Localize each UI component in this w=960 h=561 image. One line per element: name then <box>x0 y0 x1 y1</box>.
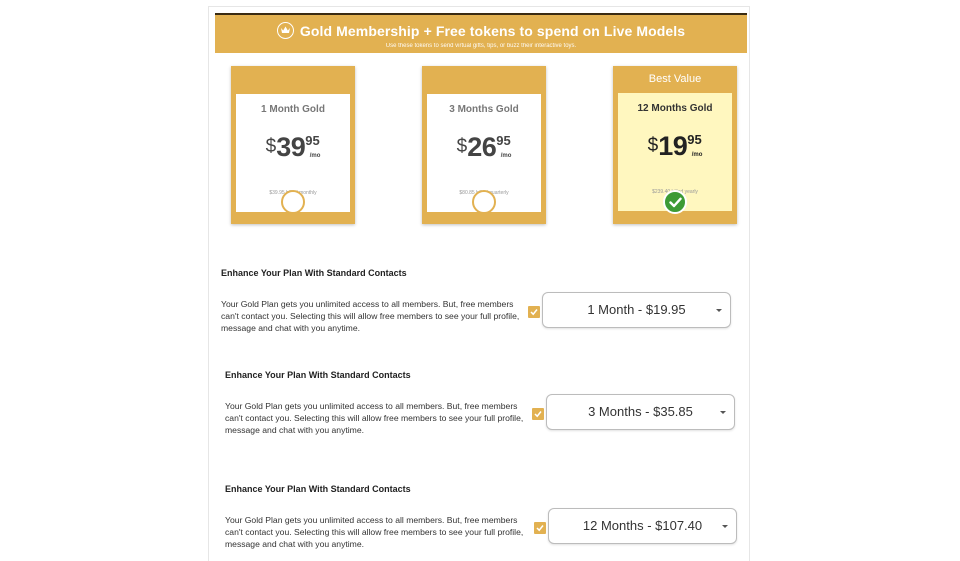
crown-icon <box>276 22 294 39</box>
chevron-down-icon <box>716 309 722 312</box>
selected-check-icon[interactable] <box>663 190 687 214</box>
plan-name: 1 Month Gold <box>261 104 325 115</box>
chevron-down-icon <box>722 525 728 528</box>
plan-radio-3-months[interactable] <box>472 190 496 214</box>
plan-radio-1-month[interactable] <box>281 190 305 214</box>
price-cents: 95 <box>687 132 702 147</box>
gold-membership-banner: Gold Membership + Free tokens to spend o… <box>215 13 747 53</box>
addon-duration-select[interactable]: 3 Months - $35.85 <box>546 394 735 430</box>
price-period: /mo <box>691 152 703 158</box>
price-currency: $ <box>456 136 468 157</box>
plan-card-12-months[interactable]: Best Value 12 Months Gold $1995/mo $239.… <box>613 66 737 224</box>
plan-card-1-month[interactable]: 1 Month Gold $3995/mo $39.95 billed mont… <box>231 66 355 224</box>
price-whole: 19 <box>658 131 688 161</box>
addon-title: Enhance Your Plan With Standard Contacts <box>221 268 407 278</box>
addon-checkbox[interactable] <box>534 522 546 534</box>
addon-duration-select[interactable]: 1 Month - $19.95 <box>542 292 731 328</box>
addon-checkbox[interactable] <box>528 306 540 318</box>
plan-price: $2695/mo <box>427 132 541 163</box>
banner-subtitle: Use these tokens to send virtual gifts, … <box>385 43 577 49</box>
plan-name: 3 Months Gold <box>449 104 519 115</box>
plan-price: $3995/mo <box>236 132 350 163</box>
addon-checkbox[interactable] <box>532 408 544 420</box>
select-value: 3 Months - $35.85 <box>588 404 693 419</box>
plan-price: $1995/mo <box>618 131 732 162</box>
price-whole: 39 <box>276 132 306 162</box>
price-cents: 95 <box>496 133 511 148</box>
price-cents: 95 <box>305 133 320 148</box>
plan-card-3-months[interactable]: 3 Months Gold $2695/mo $80.85 billed qua… <box>422 66 546 224</box>
price-currency: $ <box>265 136 277 157</box>
addon-title: Enhance Your Plan With Standard Contacts <box>225 370 411 380</box>
banner-title: Gold Membership + Free tokens to spend o… <box>299 23 686 39</box>
addon-description: Your Gold Plan gets you unlimited access… <box>221 299 520 333</box>
price-period: /mo <box>309 153 321 159</box>
best-value-badge: Best Value <box>648 73 702 85</box>
plan-name: 12 Months Gold <box>637 103 713 114</box>
select-value: 1 Month - $19.95 <box>587 302 686 317</box>
select-value: 12 Months - $107.40 <box>582 518 703 533</box>
chevron-down-icon <box>720 411 726 414</box>
addon-title: Enhance Your Plan With Standard Contacts <box>225 484 411 494</box>
price-whole: 26 <box>467 132 497 162</box>
addon-description: Your Gold Plan gets you unlimited access… <box>225 515 524 549</box>
addon-description: Your Gold Plan gets you unlimited access… <box>225 401 524 435</box>
addon-duration-select[interactable]: 12 Months - $107.40 <box>548 508 737 544</box>
price-period: /mo <box>500 153 512 159</box>
price-currency: $ <box>647 135 659 156</box>
